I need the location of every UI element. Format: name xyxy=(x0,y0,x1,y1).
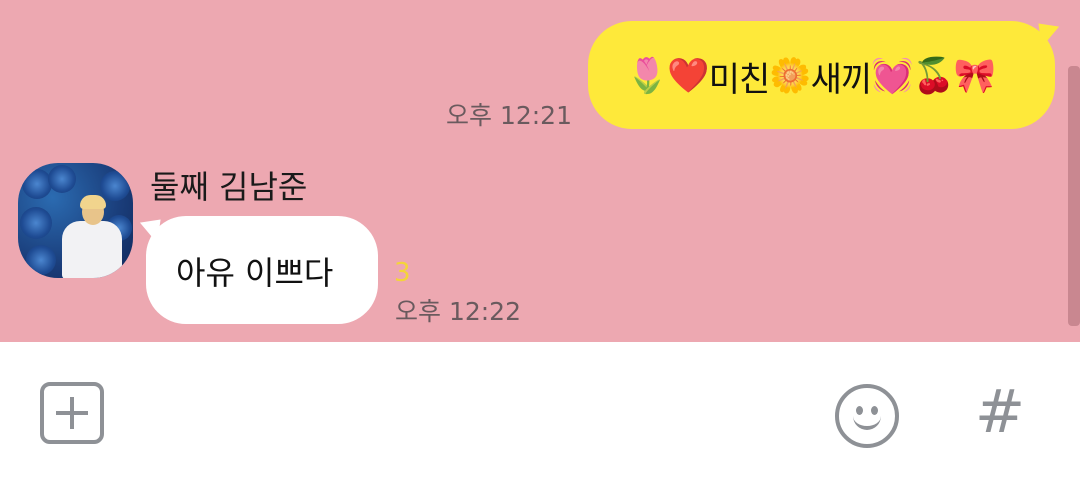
avatar-flower xyxy=(26,245,56,275)
avatar-person-hair xyxy=(80,195,106,209)
smiley-icon xyxy=(853,414,881,430)
sender-name[interactable]: 둘째 김남준 xyxy=(150,162,307,208)
emoticon-button[interactable] xyxy=(835,384,899,448)
sent-bubble-tail xyxy=(1038,20,1062,48)
beating-heart-emoji: 💓 xyxy=(871,56,913,96)
received-message-text: 아유 이쁘다 xyxy=(176,254,334,292)
avatar-flower xyxy=(100,171,130,201)
message-word: 새끼 xyxy=(810,59,873,100)
chat-area[interactable]: 🌷 ❤️ 미친 🌼 새끼 💓 🍒 🎀 오후 12:21 둘째 김남준 아유 이쁘… xyxy=(0,0,1080,342)
avatar-person-body xyxy=(62,221,122,278)
hashtag-search-button[interactable]: # xyxy=(972,378,1028,446)
tulip-emoji: 🌷 xyxy=(626,56,668,96)
sent-message-text: 🌷 ❤️ 미친 🌼 새끼 💓 🍒 🎀 xyxy=(626,52,996,100)
plus-square-icon-vertical xyxy=(70,397,74,429)
avatar-flower xyxy=(22,169,52,199)
sender-avatar[interactable] xyxy=(18,163,133,278)
avatar-flower xyxy=(20,207,52,239)
add-attachment-button[interactable] xyxy=(40,382,104,444)
heart-emoji: ❤️ xyxy=(667,56,709,96)
ribbon-emoji: 🎀 xyxy=(953,56,996,96)
chat-scrollbar[interactable] xyxy=(1068,66,1080,326)
sent-message-time: 오후 12:21 xyxy=(446,101,572,130)
blossom-emoji: 🌼 xyxy=(769,56,811,96)
message-input-bar[interactable] xyxy=(0,342,1080,486)
received-bubble-tail xyxy=(137,216,161,244)
received-message-time: 오후 12:22 xyxy=(395,297,521,326)
cherries-emoji: 🍒 xyxy=(912,56,955,96)
message-word: 미친 xyxy=(708,59,771,100)
avatar-flower xyxy=(48,165,76,193)
unread-count-badge: 3 xyxy=(394,258,411,288)
